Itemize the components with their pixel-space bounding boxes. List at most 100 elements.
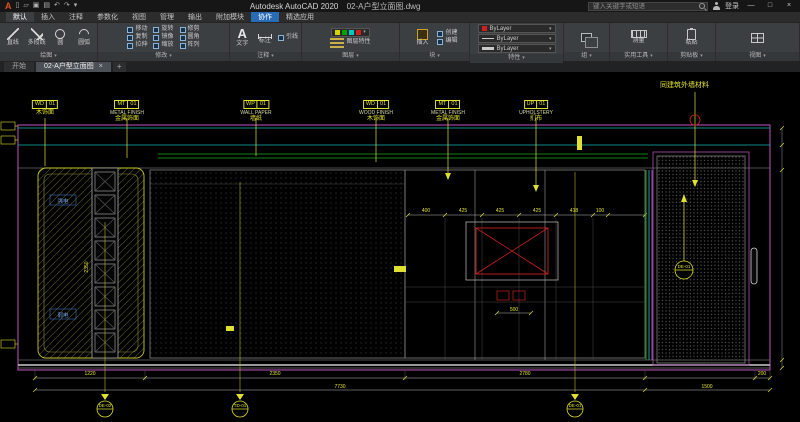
- new-file-icon[interactable]: ▯: [16, 0, 20, 12]
- ribbon-tab-view[interactable]: 视图: [125, 12, 153, 22]
- tool-array[interactable]: 阵列: [180, 42, 200, 49]
- panel-label-modify[interactable]: 修改▾: [98, 52, 229, 61]
- elevation-drawing: 强电 弱电 2350: [0, 72, 800, 422]
- tab-close-icon[interactable]: ×: [99, 62, 103, 72]
- move-icon: [127, 27, 133, 33]
- layer-color-swatch: [356, 30, 361, 35]
- search-box[interactable]: [588, 2, 708, 11]
- minimize-button[interactable]: —: [744, 0, 758, 12]
- tool-insert-block[interactable]: 插入: [411, 29, 433, 47]
- panel-label-block[interactable]: 块▾: [400, 52, 469, 61]
- create-block-icon: [437, 31, 443, 37]
- door-handle: [751, 248, 757, 284]
- ribbon-tab-bar: 默认 插入 注释 参数化 视图 管理 输出 附加模块 协作 精选应用: [0, 12, 800, 23]
- undo-icon[interactable]: ↶: [54, 0, 60, 12]
- rotate-icon: [153, 27, 159, 33]
- tool-layer-properties[interactable]: 图层特性: [330, 38, 370, 48]
- lineweight-dropdown[interactable]: ByLayer ▾: [478, 44, 556, 53]
- linetype-dropdown[interactable]: ByLayer ▾: [478, 34, 556, 43]
- ribbon-tab-annotate[interactable]: 注释: [62, 12, 90, 22]
- chevron-down-icon: ▾: [549, 36, 552, 42]
- ribbon-tab-addins[interactable]: 附加模块: [209, 12, 251, 22]
- tv-symbol: [476, 228, 548, 274]
- color-swatch: [482, 26, 487, 31]
- weak-electric-label: 弱电: [57, 311, 69, 319]
- plot-icon[interactable]: ▤: [43, 0, 50, 12]
- scale-icon: [153, 43, 159, 49]
- app-logo[interactable]: A: [5, 0, 12, 12]
- panel-joint-strips: [646, 170, 652, 360]
- marker-label: TD-01: [234, 403, 247, 408]
- tool-stretch[interactable]: 拉伸: [127, 42, 147, 49]
- tool-edit-block[interactable]: 编辑: [437, 38, 457, 45]
- block-icon: [417, 29, 428, 40]
- ribbon-tab-home[interactable]: 默认: [6, 12, 34, 22]
- file-tab-document[interactable]: 02-A户型立面图 ×: [36, 62, 111, 72]
- user-icon: [713, 2, 720, 10]
- tool-mirror[interactable]: 镜像: [153, 34, 173, 41]
- app-title: Autodesk AutoCAD 2020: [250, 2, 339, 11]
- ribbon-panel-clipboard: 粘贴 剪贴板▾: [668, 23, 716, 61]
- panel-label-utilities[interactable]: 实用工具▾: [610, 52, 667, 61]
- tool-label: 直线: [7, 40, 19, 47]
- ribbon-tab-insert[interactable]: 插入: [34, 12, 62, 22]
- socket-symbol: [497, 291, 509, 300]
- viewport-icon[interactable]: [751, 33, 764, 43]
- tool-label: 圆: [57, 40, 63, 47]
- tool-dimension[interactable]: 标注: [255, 31, 273, 45]
- tool-label: 多段线: [28, 40, 46, 47]
- measure-icon: [631, 30, 647, 38]
- layer-dropdown[interactable]: ▾: [331, 28, 370, 37]
- new-tab-button[interactable]: +: [113, 62, 126, 72]
- tool-leader[interactable]: 引线: [278, 34, 298, 41]
- open-file-icon[interactable]: ▱: [23, 0, 28, 12]
- panel-label-annotation[interactable]: 注释▾: [230, 52, 301, 61]
- tool-copy[interactable]: 复制: [127, 34, 147, 41]
- panel-label-groups[interactable]: 组▾: [564, 52, 609, 61]
- linetype-icon: [482, 38, 494, 39]
- redo-icon[interactable]: ↷: [64, 0, 70, 12]
- ribbon-panel-utilities: 测量 实用工具▾: [610, 23, 668, 61]
- tool-line[interactable]: 直线: [3, 28, 23, 47]
- close-button[interactable]: ×: [782, 0, 796, 12]
- sign-in-label[interactable]: 登录: [725, 1, 739, 11]
- dim-label: 1220: [84, 371, 95, 377]
- ribbon-tab-parametric[interactable]: 参数化: [90, 12, 125, 22]
- search-input[interactable]: [591, 2, 699, 10]
- tool-text[interactable]: A 文字: [233, 27, 251, 48]
- maximize-button[interactable]: □: [763, 0, 777, 12]
- tool-circle[interactable]: 圆: [51, 28, 71, 47]
- file-tab-start[interactable]: 开始: [4, 62, 34, 72]
- tool-measure[interactable]: 测量: [628, 30, 650, 45]
- ribbon-panel-modify: 移动 旋转 修剪 复制 镜像 圆角 拉伸 缩放 阵列 修改▾: [98, 23, 230, 61]
- panel-label-clipboard[interactable]: 剪贴板▾: [668, 52, 715, 61]
- group-icon[interactable]: [581, 33, 592, 42]
- material-tag: MT01 METAL FINISH 金属饰面: [431, 92, 465, 123]
- drawing-canvas[interactable]: 强电 弱电 2350: [0, 72, 800, 422]
- tool-paste[interactable]: 粘贴: [681, 29, 703, 47]
- tool-move[interactable]: 移动: [127, 26, 147, 33]
- tool-polyline[interactable]: 多段线: [27, 28, 47, 47]
- tool-create-block[interactable]: 创建: [437, 30, 457, 37]
- qat-dropdown-icon[interactable]: ▾: [74, 0, 78, 12]
- object-color-dropdown[interactable]: ByLayer ▾: [478, 24, 556, 33]
- tool-arc[interactable]: 圆弧: [74, 28, 94, 47]
- tool-scale[interactable]: 缩放: [153, 42, 173, 49]
- save-icon[interactable]: ▣: [33, 0, 40, 12]
- ribbon-tab-output[interactable]: 输出: [181, 12, 209, 22]
- ribbon-tab-featured-apps[interactable]: 精选应用: [279, 12, 321, 22]
- panel-label-properties[interactable]: 特性▾: [470, 54, 563, 63]
- ribbon-tab-collaborate[interactable]: 协作: [251, 12, 279, 22]
- panel-label-draw[interactable]: 绘图▾: [0, 52, 97, 61]
- tool-rotate[interactable]: 旋转: [153, 26, 173, 33]
- file-tab-bar: 开始 02-A户型立面图 × +: [0, 62, 800, 72]
- material-tag: WP01 WALL PAPER 墙纸: [240, 92, 271, 123]
- tool-trim[interactable]: 修剪: [180, 26, 200, 33]
- tool-fillet[interactable]: 圆角: [180, 34, 200, 41]
- ribbon-tab-manage[interactable]: 管理: [153, 12, 181, 22]
- arc-icon: [77, 27, 91, 41]
- panel-label-view[interactable]: 视图▾: [716, 52, 799, 61]
- panel-label-layers[interactable]: 图层▾: [302, 52, 399, 61]
- layer-color-swatch: [335, 30, 340, 35]
- vertical-dim-label: 2350: [84, 261, 90, 272]
